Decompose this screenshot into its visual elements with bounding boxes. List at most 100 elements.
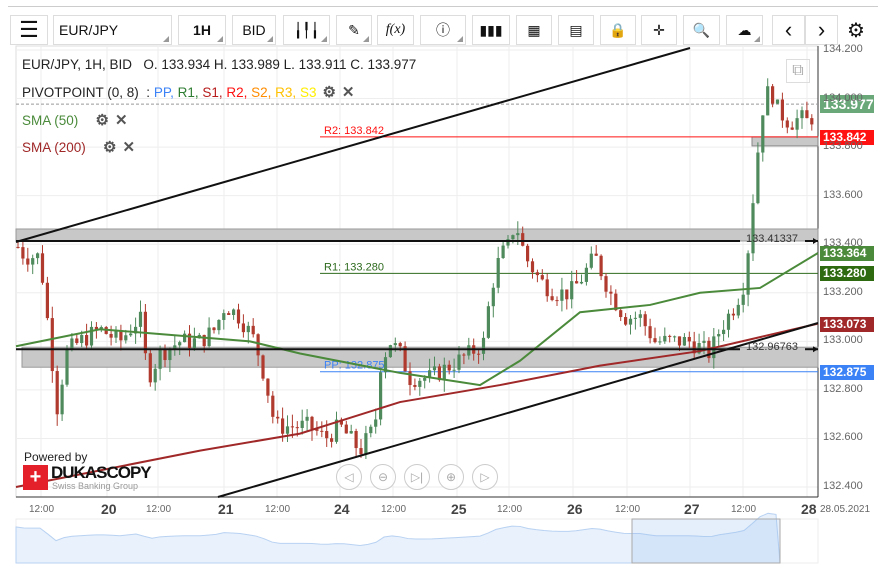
sma50-settings-gear-icon[interactable]: ⚙ bbox=[96, 111, 109, 129]
logo-subtitle: Swiss Banking Group bbox=[52, 481, 139, 491]
candle-body bbox=[555, 300, 559, 302]
candle-body bbox=[477, 353, 481, 355]
candle-body bbox=[70, 338, 74, 349]
candle-body bbox=[227, 313, 231, 315]
sma50-close-icon[interactable]: ✕ bbox=[115, 111, 128, 129]
candle-body bbox=[241, 323, 245, 333]
plot-frame bbox=[15, 45, 819, 498]
candle-body bbox=[810, 118, 814, 125]
zoom-out-button[interactable]: ⊖ bbox=[370, 464, 396, 490]
candle-body bbox=[668, 335, 672, 337]
x-hour-label: 12:00 bbox=[615, 504, 641, 515]
candle-body bbox=[168, 348, 172, 361]
candle-body bbox=[236, 309, 241, 324]
ohlc-values: O. 133.934 H. 133.989 L. 133.911 C. 133.… bbox=[143, 57, 417, 72]
candle-body bbox=[256, 334, 260, 356]
candle-body bbox=[325, 431, 329, 439]
candle-body bbox=[207, 327, 211, 347]
candle-body bbox=[486, 306, 490, 338]
candle-body bbox=[290, 426, 294, 428]
popout-button[interactable]: ⧉ bbox=[786, 59, 810, 83]
skip-end-icon: ▷| bbox=[410, 470, 424, 484]
candle-body bbox=[457, 354, 461, 370]
candle-body bbox=[516, 233, 520, 236]
candle-body bbox=[388, 345, 392, 358]
candle-body bbox=[628, 318, 633, 325]
price-label: 133.073 bbox=[820, 316, 874, 332]
swiss-cross-logo-icon: + bbox=[23, 465, 48, 490]
price-label: 133.280 bbox=[820, 266, 874, 282]
pivot-item-r1: R1, bbox=[177, 85, 203, 100]
candle-body bbox=[530, 261, 535, 273]
pivot-settings-gear-icon[interactable]: ⚙ bbox=[322, 83, 335, 101]
candle-body bbox=[619, 310, 623, 318]
candle-body bbox=[560, 289, 564, 301]
zoom-in-icon: ⊕ bbox=[445, 470, 457, 484]
x-day-label: 20 bbox=[101, 501, 117, 517]
candle-body bbox=[550, 296, 554, 301]
pivot-item-r3: R3, bbox=[275, 85, 300, 100]
candle-body bbox=[761, 115, 765, 153]
y-tick-label: 134.200 bbox=[823, 43, 863, 55]
candle-body bbox=[565, 289, 569, 300]
pivot-sep: : bbox=[146, 85, 151, 100]
candle-body bbox=[393, 343, 397, 346]
candle-body bbox=[638, 314, 642, 318]
candle-body bbox=[26, 258, 30, 265]
y-tick-label: 132.400 bbox=[823, 480, 863, 493]
sma200-settings-gear-icon[interactable]: ⚙ bbox=[103, 138, 116, 156]
candle-body bbox=[501, 245, 505, 259]
candle-body bbox=[481, 337, 486, 354]
pan-left-button[interactable]: ◁ bbox=[336, 464, 362, 490]
reset-view-button[interactable]: ▷| bbox=[404, 464, 430, 490]
candle-body bbox=[496, 258, 500, 288]
triangle-right-icon: ▷ bbox=[480, 470, 490, 484]
candle-body bbox=[222, 313, 226, 320]
candle-body bbox=[60, 384, 64, 415]
dukascopy-logo: DUKASCOPY bbox=[51, 463, 152, 482]
candle-body bbox=[702, 340, 706, 343]
pivot-label-r1: R1: 133.280 bbox=[324, 261, 384, 273]
candle-body bbox=[663, 335, 667, 342]
pivot-name: PIVOTPOINT (0, 8) bbox=[22, 85, 139, 100]
candle-body bbox=[359, 448, 363, 455]
candle-body bbox=[766, 86, 770, 116]
candle-body bbox=[624, 317, 628, 325]
candle-body bbox=[344, 424, 348, 434]
candle-body bbox=[285, 426, 290, 434]
candle-body bbox=[173, 345, 177, 349]
candle-body bbox=[545, 279, 549, 297]
sma50-label: SMA (50) bbox=[22, 113, 79, 128]
pivot-item-s1: S1, bbox=[202, 85, 227, 100]
candle-body bbox=[364, 433, 368, 455]
powered-by: Powered by bbox=[24, 450, 88, 464]
candle-body bbox=[521, 233, 525, 246]
candle-body bbox=[163, 348, 167, 361]
candle-body bbox=[261, 355, 265, 379]
pivot-item-r2: R2, bbox=[226, 85, 252, 100]
y-tick-label: 132.600 bbox=[823, 431, 863, 444]
pan-right-button[interactable]: ▷ bbox=[472, 464, 498, 490]
candle-body bbox=[21, 247, 25, 259]
candle-body bbox=[276, 416, 280, 419]
candle-body bbox=[462, 354, 466, 356]
candle-body bbox=[736, 304, 740, 316]
candle-body bbox=[217, 319, 221, 331]
candle-body bbox=[80, 335, 84, 344]
candle-body bbox=[589, 253, 593, 268]
candle-body bbox=[717, 334, 721, 337]
candle-body bbox=[785, 120, 789, 128]
candle-body bbox=[780, 99, 784, 121]
candle-body bbox=[124, 335, 128, 341]
y-tick-label: 133.000 bbox=[823, 334, 863, 347]
candle-body bbox=[643, 314, 647, 327]
x-hour-label: 12:00 bbox=[381, 504, 407, 515]
sma200-close-icon[interactable]: ✕ bbox=[123, 138, 136, 156]
candle-body bbox=[594, 253, 598, 256]
level-label-h1: 133.41337 bbox=[746, 233, 798, 245]
zoom-in-button[interactable]: ⊕ bbox=[438, 464, 464, 490]
candle-body bbox=[138, 311, 143, 327]
pivot-item-s2: S2, bbox=[251, 85, 276, 100]
pivot-close-icon[interactable]: ✕ bbox=[342, 83, 355, 101]
sma50-legend: SMA (50) ⚙ ✕ bbox=[22, 111, 128, 129]
